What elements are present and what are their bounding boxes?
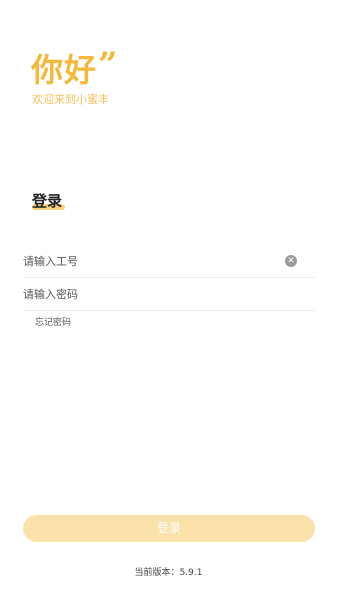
greeting-header: 你好 ”: [31, 45, 118, 90]
employee-id-field: ✕: [23, 245, 315, 278]
version-text: 当前版本：5.9.1: [134, 568, 203, 578]
password-field: [23, 278, 315, 311]
welcome-subtitle: 欢迎来到小蜜丰: [32, 93, 109, 106]
clear-circle-icon[interactable]: ✕: [285, 255, 297, 267]
section-title-text: 登录: [32, 192, 63, 210]
password-input[interactable]: [23, 278, 273, 310]
greeting-title: 你好: [31, 51, 98, 89]
employee-id-input[interactable]: [23, 245, 273, 277]
login-button[interactable]: 登录: [23, 515, 315, 542]
login-section-title: 登录: [32, 191, 66, 211]
quote-mark-icon: ”: [98, 45, 118, 85]
forgot-password-link[interactable]: 忘记密码: [35, 317, 71, 329]
